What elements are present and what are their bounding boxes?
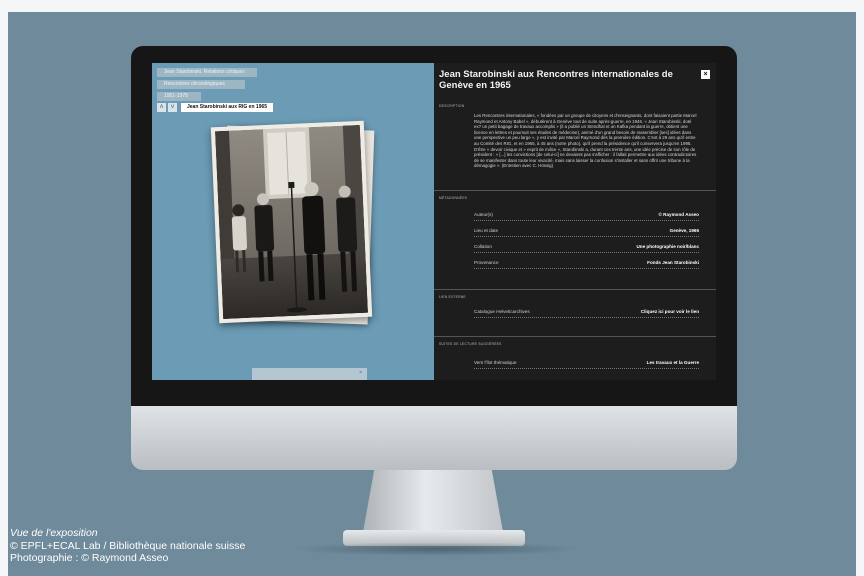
metadata-value: Genève, 1965 — [669, 228, 699, 233]
description-label: DESCRIPTION — [439, 104, 465, 108]
panel-title: Jean Starobinski aux Rencontres internat… — [439, 69, 673, 91]
metadata-row: Provenance Fonds Jean Starobinski — [474, 257, 699, 269]
caption-credit: © EPFL+ECAL Lab / Bibliothèque nationale… — [10, 539, 246, 552]
document-viewer: Jean Starobinski, Relations critiques Re… — [152, 63, 434, 380]
description-text: Les Rencontres internationales, « fondée… — [474, 113, 697, 169]
metadata-key: Collation — [474, 244, 492, 249]
archive-photograph[interactable] — [210, 120, 373, 324]
monitor-screen: Jean Starobinski, Relations critiques Re… — [152, 63, 716, 380]
metadata-key: Lieu et date — [474, 228, 499, 233]
info-panel: Jean Starobinski aux Rencontres internat… — [434, 63, 716, 380]
suggested-reading-label: SUITES DE LECTURE SUGGÉRÉES — [439, 342, 502, 346]
caption-photographer: Photographie : © Raymond Asseo — [10, 552, 169, 564]
metadata-value: Une photographie noir/blanc — [636, 244, 699, 249]
monitor-stand-neck — [363, 470, 503, 532]
close-panel-button[interactable]: × — [701, 70, 710, 79]
metadata-value: © Raymond Asseo — [658, 212, 700, 217]
breadcrumb-level-2[interactable]: Rencontres chronologiques — [157, 80, 245, 89]
divider — [434, 190, 716, 191]
monitor-chin — [131, 406, 737, 470]
exhibition-scene: Jean Starobinski, Relations critiques Re… — [8, 12, 856, 576]
caption-title: Vue de l'exposition — [10, 527, 98, 539]
metadata-row: Collation Une photographie noir/blanc — [474, 241, 699, 253]
item-navigation: ˄ ˅ Jean Starobinski aux RIG en 1965 — [157, 103, 274, 112]
imac-monitor: Jean Starobinski, Relations critiques Re… — [131, 46, 737, 556]
suggested-reading-row[interactable]: Vers l'îlot thématique Les travaux et la… — [474, 357, 699, 369]
metadata-key: Provenance — [474, 260, 499, 265]
photograph-image — [214, 124, 369, 320]
monitor-shadow — [291, 542, 581, 556]
breadcrumb-level-1[interactable]: Jean Starobinski, Relations critiques — [157, 68, 257, 77]
external-link-row[interactable]: Catalogue Helveticarchives Cliquez ici p… — [474, 306, 699, 318]
metadata-value: Fonds Jean Starobinski — [647, 260, 699, 265]
metadata-label: MÉTADONNÉES — [439, 196, 468, 200]
metadata-row: Lieu et date Genève, 1965 — [474, 225, 699, 237]
divider — [434, 289, 716, 290]
previous-item-button[interactable]: ˄ — [157, 103, 166, 112]
external-link-value[interactable]: Cliquez ici pour voir le lien — [641, 309, 699, 314]
suggested-reading-value[interactable]: Les travaux et la Guerre — [647, 360, 699, 365]
divider — [434, 336, 716, 337]
breadcrumb-current-item: Jean Starobinski aux RIG en 1965 — [181, 103, 274, 112]
next-item-button[interactable]: ˅ — [168, 103, 177, 112]
external-link-key: Catalogue Helveticarchives — [474, 309, 530, 314]
metadata-row: Auteur(s) © Raymond Asseo — [474, 209, 699, 221]
close-drawer-icon[interactable]: × — [359, 370, 362, 376]
photo-caption: Vue de l'exposition © EPFL+ECAL Lab / Bi… — [10, 527, 245, 565]
breadcrumb-level-3[interactable]: 1951-1978 — [157, 92, 201, 101]
suggested-reading-key: Vers l'îlot thématique — [474, 360, 517, 365]
thumbnail-drawer[interactable]: × — [252, 368, 367, 380]
external-link-label: LIEN EXTERNE — [439, 295, 466, 299]
metadata-key: Auteur(s) — [474, 212, 493, 217]
monitor-bezel: Jean Starobinski, Relations critiques Re… — [131, 46, 737, 406]
